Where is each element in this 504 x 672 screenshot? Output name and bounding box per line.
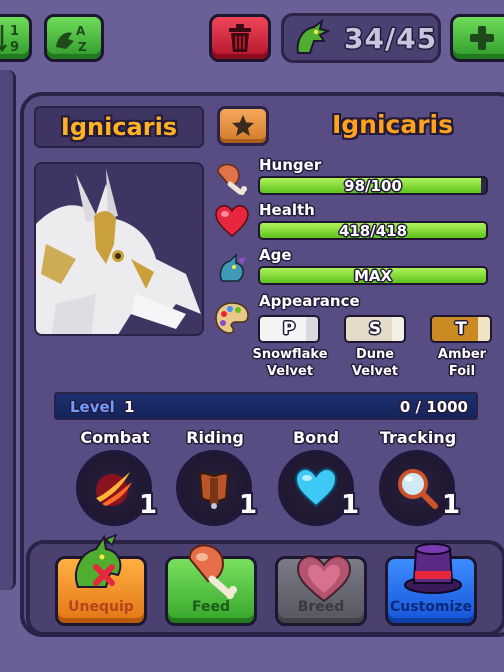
dragon-head-icon [296,19,330,54]
breed-label: Breed [297,599,345,615]
sort-by-number-button[interactable]: 1 9 [0,14,32,62]
xp-progress-text: 0 / 1000 [399,398,468,416]
trash-icon [229,24,251,52]
breed-button[interactable]: Breed [275,554,367,626]
appearance-name-primary: Snowflake Velvet [244,346,336,380]
unequip-label: Unequip [68,599,134,615]
meat-drumstick-icon [217,163,247,195]
appearance-name-line: Dune [355,347,395,362]
swatch-letter: T [455,319,467,339]
skill-label-tracking: Tracking [379,428,457,447]
appearance-name-secondary: Dune Velvet [329,346,421,380]
appearance-name-line: Velvet [351,364,399,379]
sort-alphabetical-button[interactable]: A Z [44,14,104,62]
skill-level-bond: 1 [341,490,360,520]
skill-label-combat: Combat [80,428,150,447]
delete-button[interactable] [209,14,271,62]
species-name: Ignicaris [331,110,454,139]
skill-label-bond: Bond [292,428,340,447]
appearance-swatch-secondary[interactable]: S [344,315,406,343]
magnifier-icon [398,469,438,509]
saddle-icon [198,472,230,509]
dragon-portrait [34,162,204,336]
swatch-letter: S [368,319,382,339]
add-slot-button[interactable] [450,14,504,62]
appearance-name-line: Velvet [266,364,314,379]
feed-label: Feed [191,599,230,615]
paint-palette-icon [215,302,249,334]
appearance-label: Appearance [259,292,360,310]
svg-text:1: 1 [10,24,19,39]
age-label: Age [259,246,292,264]
health-value: 418/418 [338,222,408,240]
sort-number-icon: 1 9 [0,24,19,55]
customize-button[interactable]: Customize [385,543,477,626]
appearance-name-line: Snowflake [252,347,328,362]
combat-slash-icon [96,472,132,506]
dragon-count-text: 34/45 [344,21,438,55]
age-bar: MAX [258,266,488,285]
heart-breed-icon [296,554,352,603]
age-value: MAX [353,267,393,285]
plus-icon [470,26,494,50]
meat-drumstick-icon [188,544,237,599]
feed-button[interactable]: Feed [165,544,257,626]
sort-alpha-dragon-icon: A Z [56,24,87,54]
hunger-label: Hunger [259,156,322,174]
favorite-button[interactable] [217,106,269,146]
dragon-count-display: 34/45 [281,13,441,63]
hunger-bar: 98/100 [258,176,488,195]
appearance-swatch-primary[interactable]: P [258,315,320,343]
skill-label-riding: Riding [186,428,244,447]
level-label: Level [70,398,115,416]
skill-level-combat: 1 [139,490,158,520]
svg-text:9: 9 [10,40,19,55]
hunger-value: 98/100 [344,177,402,195]
appearance-name-tertiary: Amber Foil [416,346,504,380]
swatch-letter: P [282,319,296,339]
dragon-portrait-image [36,164,202,334]
dragon-name[interactable]: Ignicaris [34,106,204,148]
baby-dragon-age-icon [219,253,246,282]
level-progress-bar: Level 1 0 / 1000 [54,392,478,420]
health-bar: 418/418 [258,221,488,240]
dragon-unequip-icon [75,533,122,588]
star-icon [232,115,254,136]
level-value: 1 [124,398,135,416]
heart-health-icon [215,205,249,237]
health-label: Health [259,201,315,219]
side-list-edge [0,70,16,590]
svg-text:A: A [76,24,86,38]
top-hat-icon [404,543,462,594]
appearance-name-line: Foil [448,364,476,379]
skill-level-tracking: 1 [442,490,461,520]
appearance-swatch-tertiary[interactable]: T [430,315,492,343]
skill-level-riding: 1 [239,490,258,520]
svg-text:Z: Z [78,40,87,54]
customize-label: Customize [390,599,472,615]
unequip-button[interactable]: Unequip [55,533,147,626]
heart-icon [294,467,338,508]
appearance-name-line: Amber [437,347,487,362]
